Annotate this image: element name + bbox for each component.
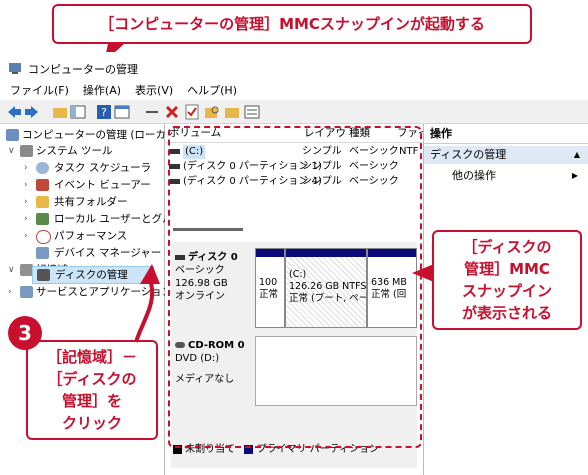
- connect-icon[interactable]: [144, 104, 160, 120]
- forward-icon[interactable]: [24, 104, 40, 120]
- step-number-badge: 3: [8, 316, 42, 350]
- window-title: コンピューターの管理: [28, 63, 138, 76]
- headline-banner: ［コンピューターの管理］MMCスナップインが起動する: [52, 4, 532, 44]
- help-icon[interactable]: ?: [96, 104, 112, 120]
- svg-text:?: ?: [101, 106, 107, 119]
- properties-icon[interactable]: [114, 104, 130, 120]
- menu-view[interactable]: 表示(V): [135, 82, 173, 100]
- chevron-down-icon[interactable]: ∨: [8, 143, 16, 159]
- chevron-right-icon[interactable]: ›: [8, 284, 16, 300]
- actions-section-disk-management[interactable]: ディスクの管理 ▲: [424, 146, 588, 164]
- event-icon: [36, 179, 49, 191]
- settings-icon[interactable]: [244, 104, 260, 120]
- search-folder-icon[interactable]: [204, 104, 220, 120]
- chevron-right-icon[interactable]: ›: [24, 194, 32, 210]
- chevron-right-icon[interactable]: ›: [24, 160, 32, 176]
- show-hide-tree-icon[interactable]: [70, 104, 86, 120]
- chevron-down-icon[interactable]: ∨: [8, 262, 16, 278]
- chevron-right-icon[interactable]: ›: [24, 211, 32, 227]
- chevron-right-icon[interactable]: ›: [24, 228, 32, 244]
- up-folder-icon[interactable]: [52, 104, 68, 120]
- highlight-disk-pane: [168, 126, 422, 448]
- performance-icon: [36, 230, 51, 244]
- collapse-up-icon[interactable]: ▲: [574, 146, 580, 164]
- chevron-right-icon[interactable]: ▶: [572, 168, 578, 184]
- delete-icon[interactable]: [164, 104, 180, 120]
- users-icon: [36, 213, 49, 225]
- disk-icon: [37, 269, 50, 281]
- actions-header: 操作: [424, 124, 588, 144]
- callout-pointer-curved-arrow: [134, 264, 160, 343]
- callout-click-instruction: ［記憶域］－ ［ディスクの 管理］を クリック: [26, 340, 158, 440]
- chevron-right-icon[interactable]: ›: [24, 177, 32, 193]
- folder-icon: [36, 196, 49, 208]
- check-icon[interactable]: [184, 104, 200, 120]
- menu-action[interactable]: 操作(A): [83, 82, 121, 100]
- toolbar: ?: [0, 100, 588, 124]
- menu-file[interactable]: ファイル(F): [10, 82, 69, 100]
- callout-pointer-right: [412, 264, 434, 282]
- app-icon: [9, 63, 21, 74]
- device-icon: [36, 247, 49, 259]
- callout-snapin-shown: ［ディスクの 管理］MMC スナップイン が表示される: [432, 230, 582, 330]
- tools-icon: [20, 145, 33, 157]
- menu-help[interactable]: ヘルプ(H): [187, 82, 237, 100]
- services-icon: [20, 286, 33, 298]
- folder-icon[interactable]: [224, 104, 240, 120]
- title-bar: コンピューターの管理: [0, 52, 588, 84]
- computer-icon: [6, 129, 19, 141]
- back-icon[interactable]: [6, 104, 22, 120]
- clock-icon: [36, 162, 49, 174]
- actions-more-actions[interactable]: 他の操作 ▶: [452, 168, 582, 184]
- menu-bar: ファイル(F) 操作(A) 表示(V) ヘルプ(H): [0, 82, 588, 100]
